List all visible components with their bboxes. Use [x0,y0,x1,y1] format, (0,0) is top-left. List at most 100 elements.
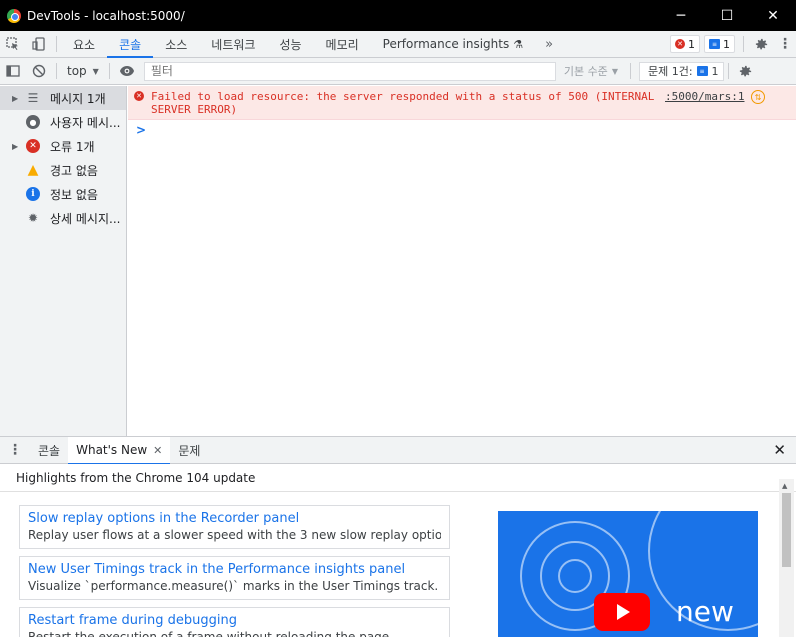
feature-card[interactable]: Restart frame during debugging Restart t… [19,607,450,637]
tab-memory[interactable]: 메모리 [314,31,371,57]
whats-new-video-thumbnail[interactable]: new [498,511,758,637]
feature-description: Visualize `performance.measure()` marks … [28,579,439,593]
sidebar-item-label: 정보 없음 [50,187,98,202]
console-toolbar: top ▼ 기본 수준 ▼ 문제 1건: ≡ 1 [0,58,796,85]
message-count: 1 [723,37,730,51]
feature-card[interactable]: New User Timings track in the Performanc… [19,556,450,600]
tab-console[interactable]: 콘솔 [107,31,154,58]
minimize-button[interactable]: ─ [658,0,704,31]
issues-button[interactable]: 문제 1건: ≡ 1 [638,61,724,81]
error-icon: ✕ [675,39,685,49]
window-controls: ─ ☐ ✕ [658,0,796,31]
error-message-text: Failed to load resource: the server resp… [151,90,655,116]
drawer-tab-whats-new-label: What's New [76,443,148,457]
error-icon: ✕ [134,91,144,101]
sidebar-item-info[interactable]: i 정보 없음 [0,182,126,206]
sidebar-item-label: 메시지 1개 [50,91,106,106]
settings-gear-icon[interactable] [748,31,774,57]
console-prompt-icon[interactable]: > [136,123,146,137]
execution-context-select[interactable]: top ▼ [61,64,105,78]
list-icon: ☰ [27,91,39,105]
warning-icon: ▲ [27,162,39,178]
network-request-icon[interactable]: ⇅ [751,90,765,104]
expand-arrow-icon[interactable]: ▶ [12,94,24,103]
divider [56,63,57,79]
close-window-button[interactable]: ✕ [750,0,796,31]
divider [56,36,57,52]
more-tabs-button[interactable]: » [535,37,563,52]
execution-context-value: top [67,64,87,78]
panel-tab-bar: 요소 콘솔 소스 네트워크 성능 메모리 Performance insight… [0,31,796,58]
window-title-bar: DevTools - localhost:5000/ ─ ☐ ✕ [0,0,796,31]
sidebar-item-user-messages[interactable]: ● 사용자 메시... [0,110,126,134]
user-icon: ● [26,115,40,129]
error-icon: ✕ [26,139,40,153]
whats-new-scrollbar[interactable]: ▲ [779,479,794,637]
tab-performance-insights[interactable]: Performance insights ⚗ [371,31,535,57]
sidebar-item-label: 경고 없음 [50,163,98,178]
sidebar-item-errors[interactable]: ▶ ✕ 오류 1개 [0,134,126,158]
chevron-down-icon: ▼ [92,66,99,76]
tab-elements[interactable]: 요소 [61,31,107,57]
chrome-logo-icon [7,8,21,23]
divider [629,63,631,79]
sidebar-item-label: 상세 메시지... [50,211,121,226]
decorative-ring [558,559,592,593]
close-tab-icon[interactable]: ✕ [153,444,162,457]
scrollbar-thumb[interactable] [782,493,791,567]
drawer-tab-whats-new[interactable]: What's New ✕ [68,436,171,465]
console-settings-gear-icon[interactable] [733,58,759,84]
info-icon: i [26,187,40,201]
feature-title-link[interactable]: New User Timings track in the Performanc… [28,561,441,578]
youtube-play-icon[interactable] [594,593,650,631]
feature-description: Replay user flows at a slower speed with… [28,528,441,542]
chevron-down-icon: ▼ [611,66,618,76]
tab-sources[interactable]: 소스 [153,31,199,57]
expand-arrow-icon[interactable]: ▶ [12,142,24,151]
close-drawer-icon[interactable]: ✕ [773,441,786,459]
console-error-message: ✕ Failed to load resource: the server re… [128,86,796,120]
tab-network[interactable]: 네트워크 [199,31,267,57]
issue-message-icon: ≡ [696,66,708,76]
sidebar-item-verbose[interactable]: ✹ 상세 메시지... [0,206,126,230]
message-icon: ≡ [709,39,720,49]
tab-bar-right: ✕ 1 ≡ 1 ⋮ [670,31,796,57]
promo-text: new [676,595,734,628]
message-count-badge[interactable]: ≡ 1 [704,35,735,53]
drawer-tab-console[interactable]: 콘솔 [30,437,68,464]
log-level-select[interactable]: 기본 수준 ▼ [556,63,626,79]
console-messages: ✕ Failed to load resource: the server re… [128,86,796,436]
filter-input[interactable] [150,64,555,78]
log-level-value: 기본 수준 [563,65,608,78]
sidebar-item-warnings[interactable]: ▲ 경고 없음 [0,158,126,182]
drawer-tab-issues[interactable]: 문제 [170,437,208,464]
clear-console-icon[interactable] [26,58,52,84]
live-expression-eye-icon[interactable] [114,58,140,84]
error-count: 1 [688,37,695,51]
feature-card[interactable]: Slow replay options in the Recorder pane… [19,505,450,549]
inspect-element-icon[interactable] [0,31,26,57]
scroll-up-arrow-icon[interactable]: ▲ [782,482,787,490]
feature-title-link[interactable]: Restart frame during debugging [28,612,441,629]
filter-input-box[interactable] [143,61,556,81]
main-menu-kebab-icon[interactable]: ⋮ [774,36,796,52]
sidebar-item-messages[interactable]: ▶ ☰ 메시지 1개 [0,86,126,110]
divider [743,36,744,52]
maximize-button[interactable]: ☐ [704,0,750,31]
feature-title-link[interactable]: Slow replay options in the Recorder pane… [28,510,441,527]
issues-count: 1 [711,64,719,78]
whats-new-panel: Highlights from the Chrome 104 update Sl… [0,464,796,637]
sidebar-item-label: 오류 1개 [50,139,95,154]
error-count-badge[interactable]: ✕ 1 [670,35,700,53]
divider [727,63,729,79]
toggle-sidebar-icon[interactable] [0,58,26,84]
issues-label: 문제 1건: [647,65,693,78]
console-sidebar: ▶ ☰ 메시지 1개 ● 사용자 메시... ▶ ✕ 오류 1개 ▲ 경고 없음… [0,86,127,436]
error-source-link[interactable]: :5000/mars:1 [665,90,744,103]
device-toolbar-icon[interactable] [26,31,52,57]
drawer-menu-kebab-icon[interactable]: ⋮ [0,442,30,458]
drawer-tab-bar: ⋮ 콘솔 What's New ✕ 문제 ✕ [0,436,796,465]
window-title: DevTools - localhost:5000/ [27,8,185,23]
tab-performance[interactable]: 성능 [267,31,313,57]
feature-description: Restart the execution of a frame without… [28,630,393,637]
